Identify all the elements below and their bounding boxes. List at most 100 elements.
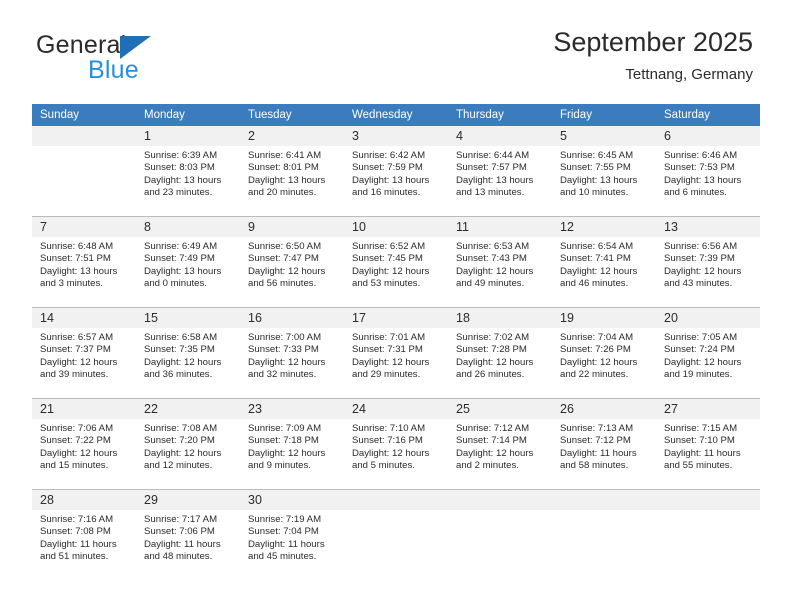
day-cell[interactable]: 5 Sunrise: 6:45 AM Sunset: 7:55 PM Daylight… bbox=[552, 126, 656, 216]
day-cell[interactable]: 4 Sunrise: 6:44 AM Sunset: 7:57 PM Daylight… bbox=[448, 126, 552, 216]
day-cell[interactable]: 25 Sunrise: 7:12 AM Sunset: 7:14 PM Dayligh… bbox=[448, 399, 552, 489]
week-row: 7 Sunrise: 6:48 AM Sunset: 7:51 PM Daylight… bbox=[32, 216, 760, 307]
day-cell[interactable]: 28 Sunrise: 7:16 AM Sunset: 7:08 PM Dayligh… bbox=[32, 490, 136, 582]
day-cell[interactable]: 10 Sunrise: 6:52 AM Sunset: 7:45 PM Dayligh… bbox=[344, 217, 448, 307]
day-cell[interactable]: 21 Sunrise: 7:06 AM Sunset: 7:22 PM Dayligh… bbox=[32, 399, 136, 489]
sunset-text: Sunset: 7:55 PM bbox=[560, 162, 631, 174]
day-cell[interactable]: 30 Sunrise: 7:19 AM Sunset: 7:04 PM Dayligh… bbox=[240, 490, 344, 582]
day-number-band: 1 bbox=[136, 126, 240, 146]
day-number: 12 bbox=[560, 220, 574, 234]
day-details: Sunrise: 7:01 AM Sunset: 7:31 PM Daylight:… bbox=[344, 328, 448, 381]
day-details: Sunrise: 7:16 AM Sunset: 7:08 PM Daylight:… bbox=[32, 510, 136, 563]
general-blue-logo[interactable]: General Blue bbox=[36, 33, 266, 91]
daylight-text-line1: Daylight: 12 hours bbox=[560, 265, 638, 277]
daylight-text-line1: Daylight: 13 hours bbox=[560, 174, 638, 186]
day-cell[interactable]: 6 Sunrise: 6:46 AM Sunset: 7:53 PM Daylight… bbox=[656, 126, 760, 216]
day-number-band: 13 bbox=[656, 217, 760, 237]
day-number-band: 27 bbox=[656, 399, 760, 419]
sunrise-text: Sunrise: 7:01 AM bbox=[352, 332, 426, 343]
daylight-text-line2: and 45 minutes. bbox=[248, 550, 317, 562]
day-number: 25 bbox=[456, 402, 470, 416]
day-cell[interactable]: 9 Sunrise: 6:50 AM Sunset: 7:47 PM Daylight… bbox=[240, 217, 344, 307]
day-cell[interactable]: 18 Sunrise: 7:02 AM Sunset: 7:28 PM Dayligh… bbox=[448, 308, 552, 398]
day-cell[interactable]: 12 Sunrise: 6:54 AM Sunset: 7:41 PM Dayligh… bbox=[552, 217, 656, 307]
day-details: Sunrise: 7:08 AM Sunset: 7:20 PM Daylight:… bbox=[136, 419, 240, 472]
day-number-band: 6 bbox=[656, 126, 760, 146]
day-cell[interactable]: 8 Sunrise: 6:49 AM Sunset: 7:49 PM Daylight… bbox=[136, 217, 240, 307]
daylight-text-line1: Daylight: 11 hours bbox=[560, 447, 637, 459]
sunrise-text: Sunrise: 7:00 AM bbox=[248, 332, 322, 343]
day-number: 14 bbox=[40, 311, 54, 325]
day-details: Sunrise: 7:00 AM Sunset: 7:33 PM Daylight:… bbox=[240, 328, 344, 381]
day-cell[interactable]: 29 Sunrise: 7:17 AM Sunset: 7:06 PM Dayligh… bbox=[136, 490, 240, 582]
day-cell[interactable]: 16 Sunrise: 7:00 AM Sunset: 7:33 PM Dayligh… bbox=[240, 308, 344, 398]
day-details: Sunrise: 7:05 AM Sunset: 7:24 PM Daylight:… bbox=[656, 328, 760, 381]
sunset-text: Sunset: 7:16 PM bbox=[352, 435, 423, 447]
daylight-text-line1: Daylight: 13 hours bbox=[248, 174, 326, 186]
daylight-text-line1: Daylight: 11 hours bbox=[248, 538, 325, 550]
daylight-text-line2: and 36 minutes. bbox=[144, 368, 213, 380]
day-details: Sunrise: 7:13 AM Sunset: 7:12 PM Daylight:… bbox=[552, 419, 656, 472]
day-details: Sunrise: 6:41 AM Sunset: 8:01 PM Daylight:… bbox=[240, 146, 344, 199]
day-number-band: 22 bbox=[136, 399, 240, 419]
daylight-text-line2: and 48 minutes. bbox=[144, 550, 213, 562]
day-details: Sunrise: 6:39 AM Sunset: 8:03 PM Daylight:… bbox=[136, 146, 240, 199]
weekday-header-thursday: Thursday bbox=[456, 109, 504, 121]
day-cell[interactable]: 27 Sunrise: 7:15 AM Sunset: 7:10 PM Dayligh… bbox=[656, 399, 760, 489]
day-cell[interactable]: 15 Sunrise: 6:58 AM Sunset: 7:35 PM Dayligh… bbox=[136, 308, 240, 398]
day-cell[interactable]: 1 Sunrise: 6:39 AM Sunset: 8:03 PM Daylight… bbox=[136, 126, 240, 216]
daylight-text-line1: Daylight: 12 hours bbox=[664, 265, 742, 277]
calendar-weeks: 1 Sunrise: 6:39 AM Sunset: 8:03 PM Daylight… bbox=[32, 126, 760, 582]
day-number-band: 10 bbox=[344, 217, 448, 237]
week-row: 1 Sunrise: 6:39 AM Sunset: 8:03 PM Daylight… bbox=[32, 126, 760, 216]
day-number-band: 18 bbox=[448, 308, 552, 328]
sunrise-text: Sunrise: 6:45 AM bbox=[560, 150, 634, 161]
daylight-text-line1: Daylight: 12 hours bbox=[352, 447, 430, 459]
day-cell[interactable]: 20 Sunrise: 7:05 AM Sunset: 7:24 PM Dayligh… bbox=[656, 308, 760, 398]
day-number-band: 23 bbox=[240, 399, 344, 419]
day-number: 20 bbox=[664, 311, 678, 325]
weekday-header-saturday: Saturday bbox=[664, 109, 711, 121]
daylight-text-line2: and 49 minutes. bbox=[456, 277, 525, 289]
day-details: Sunrise: 6:42 AM Sunset: 7:59 PM Daylight:… bbox=[344, 146, 448, 199]
day-number-band: 14 bbox=[32, 308, 136, 328]
day-cell[interactable]: 22 Sunrise: 7:08 AM Sunset: 7:20 PM Dayligh… bbox=[136, 399, 240, 489]
day-details: Sunrise: 6:49 AM Sunset: 7:49 PM Daylight:… bbox=[136, 237, 240, 290]
day-cell[interactable]: 17 Sunrise: 7:01 AM Sunset: 7:31 PM Dayligh… bbox=[344, 308, 448, 398]
day-number-band bbox=[32, 126, 136, 146]
day-number-band: 24 bbox=[344, 399, 448, 419]
day-cell[interactable]: 26 Sunrise: 7:13 AM Sunset: 7:12 PM Dayligh… bbox=[552, 399, 656, 489]
daylight-text-line2: and 12 minutes. bbox=[144, 459, 213, 471]
day-cell[interactable]: 7 Sunrise: 6:48 AM Sunset: 7:51 PM Daylight… bbox=[32, 217, 136, 307]
day-cell[interactable]: 3 Sunrise: 6:42 AM Sunset: 7:59 PM Daylight… bbox=[344, 126, 448, 216]
daylight-text-line2: and 6 minutes. bbox=[664, 186, 727, 198]
daylight-text-line2: and 56 minutes. bbox=[248, 277, 317, 289]
sunset-text: Sunset: 7:26 PM bbox=[560, 344, 631, 356]
daylight-text-line2: and 5 minutes. bbox=[352, 459, 415, 471]
daylight-text-line2: and 20 minutes. bbox=[248, 186, 317, 198]
day-number-band: 5 bbox=[552, 126, 656, 146]
day-cell[interactable]: 23 Sunrise: 7:09 AM Sunset: 7:18 PM Dayligh… bbox=[240, 399, 344, 489]
sunset-text: Sunset: 7:31 PM bbox=[352, 344, 423, 356]
day-number: 19 bbox=[560, 311, 574, 325]
week-row: 14 Sunrise: 6:57 AM Sunset: 7:37 PM Dayligh… bbox=[32, 307, 760, 398]
day-number: 28 bbox=[40, 493, 54, 507]
day-number: 3 bbox=[352, 129, 359, 143]
day-details: Sunrise: 7:12 AM Sunset: 7:14 PM Daylight:… bbox=[448, 419, 552, 472]
day-cell[interactable]: 2 Sunrise: 6:41 AM Sunset: 8:01 PM Daylight… bbox=[240, 126, 344, 216]
daylight-text-line2: and 2 minutes. bbox=[456, 459, 519, 471]
day-cell[interactable]: 11 Sunrise: 6:53 AM Sunset: 7:43 PM Dayligh… bbox=[448, 217, 552, 307]
day-details: Sunrise: 7:02 AM Sunset: 7:28 PM Daylight:… bbox=[448, 328, 552, 381]
sunset-text: Sunset: 7:20 PM bbox=[144, 435, 215, 447]
day-details: Sunrise: 6:50 AM Sunset: 7:47 PM Daylight:… bbox=[240, 237, 344, 290]
day-cell[interactable]: 14 Sunrise: 6:57 AM Sunset: 7:37 PM Dayligh… bbox=[32, 308, 136, 398]
weekday-header-wednesday: Wednesday bbox=[352, 109, 413, 121]
day-cell[interactable]: 24 Sunrise: 7:10 AM Sunset: 7:16 PM Dayligh… bbox=[344, 399, 448, 489]
sunset-text: Sunset: 8:03 PM bbox=[144, 162, 215, 174]
day-cell-empty bbox=[552, 490, 656, 582]
day-cell[interactable]: 19 Sunrise: 7:04 AM Sunset: 7:26 PM Dayligh… bbox=[552, 308, 656, 398]
daylight-text-line2: and 26 minutes. bbox=[456, 368, 525, 380]
day-cell[interactable]: 13 Sunrise: 6:56 AM Sunset: 7:39 PM Dayligh… bbox=[656, 217, 760, 307]
sunrise-text: Sunrise: 7:09 AM bbox=[248, 423, 322, 434]
sunset-text: Sunset: 7:18 PM bbox=[248, 435, 319, 447]
